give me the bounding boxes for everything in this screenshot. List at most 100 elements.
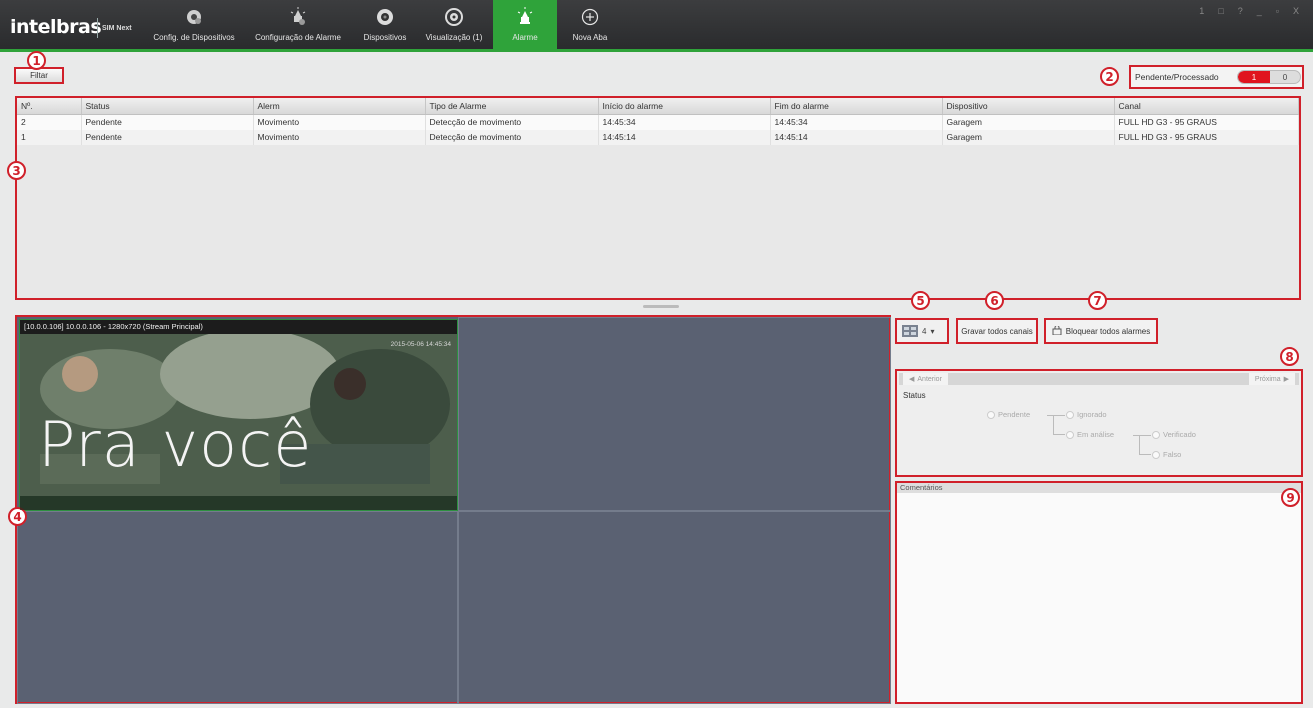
- alarm-icon: [515, 6, 535, 28]
- cell-alarm-start: 14:45:34: [598, 114, 771, 130]
- video-grid: [10.0.0.106] 10.0.0.106 - 1280x720 (Stre…: [15, 315, 891, 704]
- callout-marker-8: 8: [1280, 347, 1299, 366]
- block-all-alarms-label: Bloquear todos alarmes: [1065, 326, 1151, 336]
- column-header-number[interactable]: Nº.: [17, 98, 82, 115]
- cell-alarm: Movimento: [253, 114, 426, 130]
- radio-label: Falso: [1163, 450, 1182, 459]
- next-label: Próxima: [1254, 375, 1281, 383]
- tab-label: Dispositivos: [363, 33, 407, 42]
- alarm-config-icon: [288, 6, 308, 28]
- chevron-down-icon: ▾: [930, 326, 935, 336]
- previous-button[interactable]: ◀ Anterior: [903, 373, 948, 385]
- pending-processed-toggle[interactable]: Pendente/Processado 1 0: [1129, 65, 1304, 89]
- comments-panel[interactable]: Comentários: [895, 481, 1303, 704]
- layout-value: 4: [922, 326, 927, 336]
- tree-connector: [1053, 415, 1065, 435]
- app-logo: intelbras: [10, 16, 102, 38]
- chevron-left-icon: ◀: [909, 376, 915, 383]
- cell-channel: FULL HD G3 - 95 GRAUS: [1114, 114, 1299, 130]
- table-row[interactable]: 2 Pendente Movimento Detecção de movimen…: [17, 114, 1299, 130]
- radio-label: Verificado: [1163, 430, 1196, 439]
- callout-marker-6: 6: [985, 291, 1004, 310]
- video-cell-empty[interactable]: [458, 511, 891, 704]
- radio-ignorado[interactable]: Ignorado: [1066, 410, 1107, 419]
- column-header-status[interactable]: Status: [81, 98, 254, 115]
- maximize-icon[interactable]: ▫: [1276, 6, 1279, 16]
- tab-new[interactable]: Nova Aba: [565, 4, 615, 49]
- column-header-channel[interactable]: Canal: [1114, 98, 1299, 115]
- block-all-alarms-button[interactable]: Bloquear todos alarmes: [1044, 318, 1158, 344]
- lock-icon: [1052, 324, 1062, 337]
- alarm-status-panel: ◀ Anterior Próxima ▶ Status Pendente Ign…: [895, 369, 1303, 477]
- top-bar: intelbras SIM Next Config. de Dispositiv…: [0, 0, 1313, 52]
- video-cell-live[interactable]: [10.0.0.106] 10.0.0.106 - 1280x720 (Stre…: [19, 319, 458, 511]
- camera-icon: [375, 6, 395, 28]
- tab-view[interactable]: Visualização (1): [420, 4, 488, 49]
- column-header-alarm[interactable]: Alerm: [253, 98, 426, 115]
- cell-alarm-end: 14:45:14: [770, 129, 943, 145]
- record-all-channels-button[interactable]: Gravar todos canais: [956, 318, 1038, 344]
- radio-label: Ignorado: [1077, 410, 1107, 419]
- table-row[interactable]: 1 Pendente Movimento Detecção de movimen…: [17, 129, 1299, 145]
- video-cell-empty[interactable]: [17, 511, 458, 704]
- next-button[interactable]: Próxima ▶: [1248, 373, 1295, 385]
- video-timestamp: 2015-05-06 14:45:34: [390, 341, 451, 348]
- alarm-table: Nº. Status Alerm Tipo de Alarme Início d…: [15, 96, 1301, 300]
- column-header-alarm-start[interactable]: Início do alarme: [598, 98, 771, 115]
- cell-alarm-start: 14:45:14: [598, 129, 771, 145]
- processed-count: 0: [1282, 72, 1288, 82]
- help-icon[interactable]: ?: [1238, 6, 1243, 16]
- user-icon[interactable]: 1: [1199, 6, 1204, 16]
- tab-devices[interactable]: Dispositivos: [357, 4, 413, 49]
- cell-number: 1: [17, 129, 82, 145]
- window-controls: 1 □ ? _ ▫ X: [1199, 6, 1299, 16]
- callout-marker-1: 1: [27, 51, 46, 70]
- radio-falso[interactable]: Falso: [1152, 450, 1181, 459]
- logo-divider: [97, 18, 98, 38]
- radio-dot: [1152, 450, 1160, 459]
- alarm-navigation: ◀ Anterior Próxima ▶: [899, 373, 1299, 385]
- column-header-device[interactable]: Dispositivo: [942, 98, 1115, 115]
- radio-dot: [1152, 430, 1160, 439]
- video-header: [10.0.0.106] 10.0.0.106 - 1280x720 (Stre…: [20, 320, 457, 334]
- table-header-row: Nº. Status Alerm Tipo de Alarme Início d…: [17, 98, 1299, 115]
- tab-alarm[interactable]: Alarme: [493, 0, 557, 49]
- cell-number: 2: [17, 114, 82, 130]
- cell-device: Garagem: [942, 129, 1115, 145]
- chevron-right-icon: ▶: [1283, 376, 1289, 383]
- video-overlay-text: Pra você: [38, 408, 313, 481]
- layout-select[interactable]: 4 ▾: [895, 318, 949, 344]
- grid-layout-icon: [902, 325, 918, 337]
- radio-label: Pendente: [998, 410, 1031, 419]
- callout-marker-7: 7: [1088, 291, 1107, 310]
- cell-alarm: Movimento: [253, 129, 426, 145]
- radio-em-analise[interactable]: Em análise: [1066, 430, 1114, 439]
- callout-marker-9: 9: [1281, 488, 1300, 507]
- add-tab-icon: [580, 6, 600, 28]
- view-icon: [444, 6, 464, 28]
- callout-marker-3: 3: [7, 161, 26, 180]
- radio-pendente[interactable]: Pendente: [987, 410, 1030, 419]
- cell-alarm-type: Detecção de movimento: [425, 129, 599, 145]
- cell-alarm-end: 14:45:34: [770, 114, 943, 130]
- toggle-switch[interactable]: 1 0: [1237, 70, 1301, 84]
- pending-count: 1: [1238, 71, 1270, 83]
- column-header-alarm-type[interactable]: Tipo de Alarme: [425, 98, 599, 115]
- column-header-alarm-end[interactable]: Fim do alarme: [770, 98, 943, 115]
- app-logo-subtitle: SIM Next: [102, 25, 132, 32]
- comments-heading: Comentários: [897, 483, 1301, 493]
- video-cell-empty[interactable]: [458, 317, 891, 511]
- cell-status: Pendente: [81, 129, 254, 145]
- tab-config-devices[interactable]: Config. de Dispositivos: [148, 4, 240, 49]
- close-icon[interactable]: X: [1293, 6, 1299, 16]
- tab-label: Nova Aba: [572, 33, 608, 42]
- tab-alarm-config[interactable]: Configuração de Alarme: [243, 4, 353, 49]
- tab-label: Visualização (1): [425, 33, 483, 42]
- minimize-icon[interactable]: _: [1257, 6, 1262, 16]
- radio-verificado[interactable]: Verificado: [1152, 430, 1196, 439]
- cell-alarm-type: Detecção de movimento: [425, 114, 599, 130]
- previous-label: Anterior: [917, 375, 942, 383]
- callout-marker-5: 5: [911, 291, 930, 310]
- screen-icon[interactable]: □: [1218, 6, 1223, 16]
- panel-splitter[interactable]: [643, 305, 679, 308]
